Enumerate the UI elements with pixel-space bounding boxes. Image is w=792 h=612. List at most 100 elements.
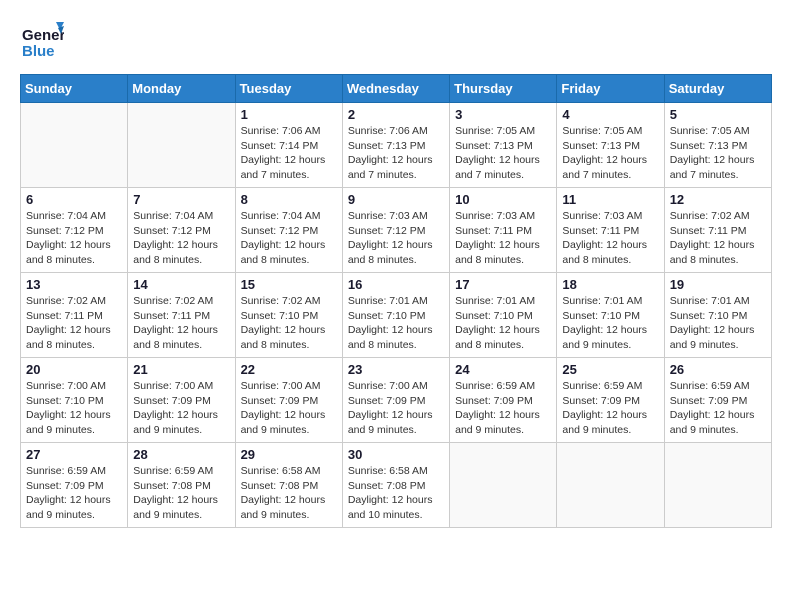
calendar-day-cell: 26 Sunrise: 6:59 AM Sunset: 7:09 PM Dayli… (664, 358, 771, 443)
day-number: 11 (562, 192, 658, 207)
day-info: Sunrise: 7:04 AM Sunset: 7:12 PM Dayligh… (241, 209, 337, 268)
calendar-day-cell: 13 Sunrise: 7:02 AM Sunset: 7:11 PM Dayli… (21, 273, 128, 358)
calendar-day-cell (664, 443, 771, 528)
day-number: 3 (455, 107, 551, 122)
calendar-day-cell: 20 Sunrise: 7:00 AM Sunset: 7:10 PM Dayli… (21, 358, 128, 443)
calendar-day-cell (557, 443, 664, 528)
calendar-week-row: 13 Sunrise: 7:02 AM Sunset: 7:11 PM Dayli… (21, 273, 772, 358)
day-number: 1 (241, 107, 337, 122)
calendar-day-cell: 15 Sunrise: 7:02 AM Sunset: 7:10 PM Dayli… (235, 273, 342, 358)
day-number: 7 (133, 192, 229, 207)
calendar-header-row: SundayMondayTuesdayWednesdayThursdayFrid… (21, 75, 772, 103)
day-number: 16 (348, 277, 444, 292)
day-info: Sunrise: 7:03 AM Sunset: 7:11 PM Dayligh… (455, 209, 551, 268)
day-info: Sunrise: 7:00 AM Sunset: 7:10 PM Dayligh… (26, 379, 122, 438)
day-number: 21 (133, 362, 229, 377)
calendar-week-row: 1 Sunrise: 7:06 AM Sunset: 7:14 PM Daylig… (21, 103, 772, 188)
calendar-day-cell: 19 Sunrise: 7:01 AM Sunset: 7:10 PM Dayli… (664, 273, 771, 358)
page-header: General Blue (20, 20, 772, 64)
calendar-week-row: 27 Sunrise: 6:59 AM Sunset: 7:09 PM Dayli… (21, 443, 772, 528)
day-info: Sunrise: 7:00 AM Sunset: 7:09 PM Dayligh… (133, 379, 229, 438)
calendar-day-cell: 25 Sunrise: 6:59 AM Sunset: 7:09 PM Dayli… (557, 358, 664, 443)
calendar-day-cell: 29Sunrise: 6:58 AM Sunset: 7:08 PM Dayli… (235, 443, 342, 528)
day-number: 26 (670, 362, 766, 377)
calendar-day-cell: 11 Sunrise: 7:03 AM Sunset: 7:11 PM Dayli… (557, 188, 664, 273)
day-info: Sunrise: 7:01 AM Sunset: 7:10 PM Dayligh… (455, 294, 551, 353)
day-number: 10 (455, 192, 551, 207)
calendar-day-cell: 4 Sunrise: 7:05 AM Sunset: 7:13 PM Daylig… (557, 103, 664, 188)
day-number: 15 (241, 277, 337, 292)
calendar-day-cell: 3 Sunrise: 7:05 AM Sunset: 7:13 PM Daylig… (450, 103, 557, 188)
day-info: Sunrise: 6:59 AM Sunset: 7:09 PM Dayligh… (455, 379, 551, 438)
day-info: Sunrise: 6:59 AM Sunset: 7:09 PM Dayligh… (26, 464, 122, 523)
weekday-header: Wednesday (342, 75, 449, 103)
calendar-day-cell: 5Sunrise: 7:05 AM Sunset: 7:13 PM Daylig… (664, 103, 771, 188)
weekday-header: Saturday (664, 75, 771, 103)
day-info: Sunrise: 7:05 AM Sunset: 7:13 PM Dayligh… (455, 124, 551, 183)
calendar-day-cell: 17 Sunrise: 7:01 AM Sunset: 7:10 PM Dayli… (450, 273, 557, 358)
calendar-day-cell (21, 103, 128, 188)
day-info: Sunrise: 6:59 AM Sunset: 7:09 PM Dayligh… (670, 379, 766, 438)
calendar-day-cell: 18Sunrise: 7:01 AM Sunset: 7:10 PM Dayli… (557, 273, 664, 358)
calendar-day-cell: 8 Sunrise: 7:04 AM Sunset: 7:12 PM Daylig… (235, 188, 342, 273)
day-number: 27 (26, 447, 122, 462)
day-info: Sunrise: 7:03 AM Sunset: 7:11 PM Dayligh… (562, 209, 658, 268)
day-number: 20 (26, 362, 122, 377)
calendar-table: SundayMondayTuesdayWednesdayThursdayFrid… (20, 74, 772, 528)
day-number: 19 (670, 277, 766, 292)
calendar-day-cell: 23 Sunrise: 7:00 AM Sunset: 7:09 PM Dayli… (342, 358, 449, 443)
calendar-day-cell: 16 Sunrise: 7:01 AM Sunset: 7:10 PM Dayli… (342, 273, 449, 358)
day-number: 13 (26, 277, 122, 292)
day-number: 28 (133, 447, 229, 462)
day-info: Sunrise: 7:00 AM Sunset: 7:09 PM Dayligh… (348, 379, 444, 438)
calendar-day-cell: 14Sunrise: 7:02 AM Sunset: 7:11 PM Dayli… (128, 273, 235, 358)
day-info: Sunrise: 7:01 AM Sunset: 7:10 PM Dayligh… (348, 294, 444, 353)
day-info: Sunrise: 7:02 AM Sunset: 7:10 PM Dayligh… (241, 294, 337, 353)
day-info: Sunrise: 6:58 AM Sunset: 7:08 PM Dayligh… (348, 464, 444, 523)
logo: General Blue (20, 20, 64, 64)
calendar-day-cell: 2Sunrise: 7:06 AM Sunset: 7:13 PM Daylig… (342, 103, 449, 188)
day-number: 30 (348, 447, 444, 462)
day-info: Sunrise: 7:02 AM Sunset: 7:11 PM Dayligh… (133, 294, 229, 353)
day-info: Sunrise: 6:59 AM Sunset: 7:09 PM Dayligh… (562, 379, 658, 438)
calendar-day-cell: 27 Sunrise: 6:59 AM Sunset: 7:09 PM Dayli… (21, 443, 128, 528)
calendar-day-cell: 30 Sunrise: 6:58 AM Sunset: 7:08 PM Dayli… (342, 443, 449, 528)
calendar-day-cell: 22Sunrise: 7:00 AM Sunset: 7:09 PM Dayli… (235, 358, 342, 443)
calendar-day-cell: 28Sunrise: 6:59 AM Sunset: 7:08 PM Dayli… (128, 443, 235, 528)
day-number: 6 (26, 192, 122, 207)
day-info: Sunrise: 7:01 AM Sunset: 7:10 PM Dayligh… (670, 294, 766, 353)
calendar-day-cell: 12 Sunrise: 7:02 AM Sunset: 7:11 PM Dayli… (664, 188, 771, 273)
calendar-day-cell: 21 Sunrise: 7:00 AM Sunset: 7:09 PM Dayli… (128, 358, 235, 443)
calendar-day-cell: 24 Sunrise: 6:59 AM Sunset: 7:09 PM Dayli… (450, 358, 557, 443)
weekday-header: Friday (557, 75, 664, 103)
day-info: Sunrise: 7:06 AM Sunset: 7:13 PM Dayligh… (348, 124, 444, 183)
day-info: Sunrise: 7:02 AM Sunset: 7:11 PM Dayligh… (26, 294, 122, 353)
day-number: 18 (562, 277, 658, 292)
calendar-day-cell (450, 443, 557, 528)
calendar-day-cell: 1 Sunrise: 7:06 AM Sunset: 7:14 PM Daylig… (235, 103, 342, 188)
day-info: Sunrise: 7:04 AM Sunset: 7:12 PM Dayligh… (26, 209, 122, 268)
logo-bird-icon: General Blue (20, 20, 64, 64)
calendar-day-cell: 7 Sunrise: 7:04 AM Sunset: 7:12 PM Daylig… (128, 188, 235, 273)
day-number: 24 (455, 362, 551, 377)
day-info: Sunrise: 7:03 AM Sunset: 7:12 PM Dayligh… (348, 209, 444, 268)
day-info: Sunrise: 7:02 AM Sunset: 7:11 PM Dayligh… (670, 209, 766, 268)
day-number: 23 (348, 362, 444, 377)
svg-text:General: General (22, 27, 64, 44)
weekday-header: Sunday (21, 75, 128, 103)
day-info: Sunrise: 7:04 AM Sunset: 7:12 PM Dayligh… (133, 209, 229, 268)
day-number: 8 (241, 192, 337, 207)
calendar-day-cell: 9Sunrise: 7:03 AM Sunset: 7:12 PM Daylig… (342, 188, 449, 273)
day-info: Sunrise: 7:06 AM Sunset: 7:14 PM Dayligh… (241, 124, 337, 183)
day-number: 17 (455, 277, 551, 292)
day-info: Sunrise: 6:58 AM Sunset: 7:08 PM Dayligh… (241, 464, 337, 523)
weekday-header: Monday (128, 75, 235, 103)
day-number: 4 (562, 107, 658, 122)
day-number: 12 (670, 192, 766, 207)
calendar-week-row: 6 Sunrise: 7:04 AM Sunset: 7:12 PM Daylig… (21, 188, 772, 273)
day-info: Sunrise: 7:05 AM Sunset: 7:13 PM Dayligh… (562, 124, 658, 183)
calendar-day-cell: 6 Sunrise: 7:04 AM Sunset: 7:12 PM Daylig… (21, 188, 128, 273)
calendar-day-cell (128, 103, 235, 188)
calendar-day-cell: 10 Sunrise: 7:03 AM Sunset: 7:11 PM Dayli… (450, 188, 557, 273)
day-number: 25 (562, 362, 658, 377)
